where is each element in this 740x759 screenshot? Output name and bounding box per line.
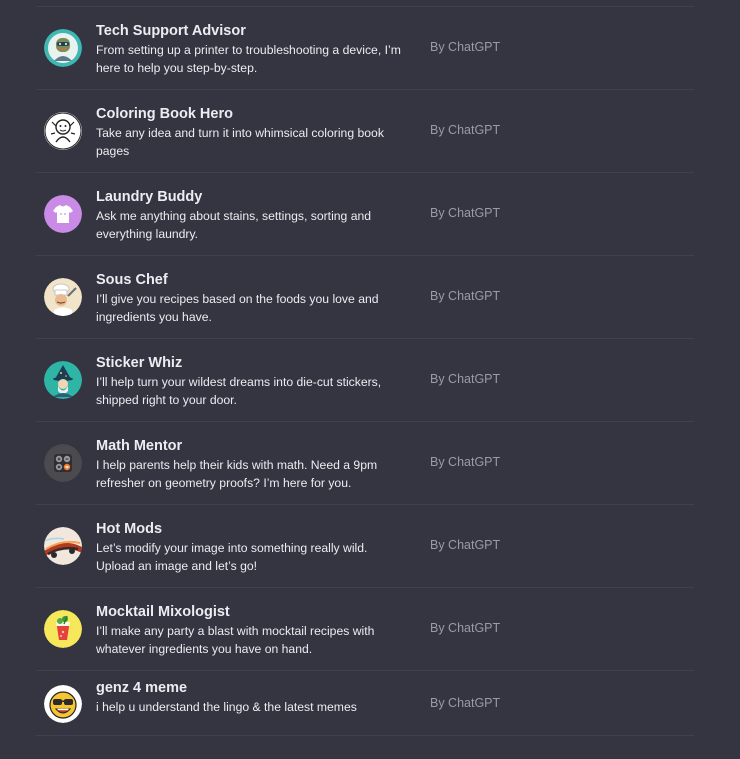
tshirt-icon: [44, 195, 82, 233]
tech-support-robot-icon: [44, 29, 82, 67]
gpt-row-sous-chef[interactable]: Sous Chef I’ll give you recipes based on…: [36, 255, 694, 338]
gpt-text: Tech Support Advisor From setting up a p…: [96, 21, 406, 77]
gpt-text: genz 4 meme i help u understand the ling…: [96, 678, 406, 716]
gpt-description: From setting up a printer to troubleshoo…: [96, 43, 401, 75]
gpt-description: Let’s modify your image into something r…: [96, 541, 368, 573]
gpt-title: Tech Support Advisor: [96, 23, 246, 39]
gpt-title: Mocktail Mixologist: [96, 604, 230, 620]
chef-icon: [44, 278, 82, 316]
gpt-description: I’ll help turn your wildest dreams into …: [96, 375, 382, 407]
gpt-title: Coloring Book Hero: [96, 106, 233, 122]
gpt-description: I’ll make any party a blast with mocktai…: [96, 624, 375, 656]
coloring-book-line-art-icon: [44, 112, 82, 150]
gpt-author: By ChatGPT: [430, 621, 501, 635]
gpt-text: Mocktail Mixologist I’ll make any party …: [96, 602, 406, 658]
gpt-author: By ChatGPT: [430, 696, 501, 710]
gpt-list: Tech Support Advisor From setting up a p…: [36, 6, 694, 736]
hot-rod-car-icon: [44, 527, 82, 565]
gpt-description: Ask me anything about stains, settings, …: [96, 209, 372, 241]
gpt-row-hot-mods[interactable]: Hot Mods Let’s modify your image into so…: [36, 504, 694, 587]
gpt-description: I’ll give you recipes based on the foods…: [96, 292, 379, 324]
gpt-description: Take any idea and turn it into whimsical…: [96, 126, 384, 158]
gpt-row-coloring-book-hero[interactable]: Coloring Book Hero Take any idea and tur…: [36, 89, 694, 172]
gpt-row-tech-support-advisor[interactable]: Tech Support Advisor From setting up a p…: [36, 6, 694, 89]
gpt-text: Sticker Whiz I’ll help turn your wildest…: [96, 353, 406, 409]
emoji-sunglasses-icon: [44, 685, 82, 723]
gpt-author: By ChatGPT: [430, 123, 501, 137]
wizard-sticker-icon: [44, 361, 82, 399]
calculator-icon: [44, 444, 82, 482]
gpt-author: By ChatGPT: [430, 372, 501, 386]
gpt-row-laundry-buddy[interactable]: Laundry Buddy Ask me anything about stai…: [36, 172, 694, 255]
gpt-title: Sous Chef: [96, 272, 168, 288]
gpt-author: By ChatGPT: [430, 206, 501, 220]
gpt-author: By ChatGPT: [430, 289, 501, 303]
gpt-row-math-mentor[interactable]: Math Mentor I help parents help their ki…: [36, 421, 694, 504]
gpt-title: Sticker Whiz: [96, 355, 183, 371]
gpt-author: By ChatGPT: [430, 40, 501, 54]
mocktail-glass-icon: [44, 610, 82, 648]
gpt-row-mocktail-mixologist[interactable]: Mocktail Mixologist I’ll make any party …: [36, 587, 694, 670]
gpt-description: I help parents help their kids with math…: [96, 458, 378, 490]
gpt-row-sticker-whiz[interactable]: Sticker Whiz I’ll help turn your wildest…: [36, 338, 694, 421]
gpt-author: By ChatGPT: [430, 455, 501, 469]
gpt-title: Hot Mods: [96, 521, 163, 537]
gpt-text: Sous Chef I’ll give you recipes based on…: [96, 270, 406, 326]
gpt-text: Hot Mods Let’s modify your image into so…: [96, 519, 406, 575]
gpt-row-genz-4-meme[interactable]: genz 4 meme i help u understand the ling…: [36, 670, 694, 736]
gpt-author: By ChatGPT: [430, 538, 501, 552]
gpt-title: Laundry Buddy: [96, 189, 203, 205]
gpt-title: genz 4 meme: [96, 680, 188, 696]
gpt-title: Math Mentor: [96, 438, 183, 454]
gpt-text: Laundry Buddy Ask me anything about stai…: [96, 187, 406, 243]
gpt-text: Math Mentor I help parents help their ki…: [96, 436, 406, 492]
gpt-description: i help u understand the lingo & the late…: [96, 700, 357, 714]
gpt-text: Coloring Book Hero Take any idea and tur…: [96, 104, 406, 160]
